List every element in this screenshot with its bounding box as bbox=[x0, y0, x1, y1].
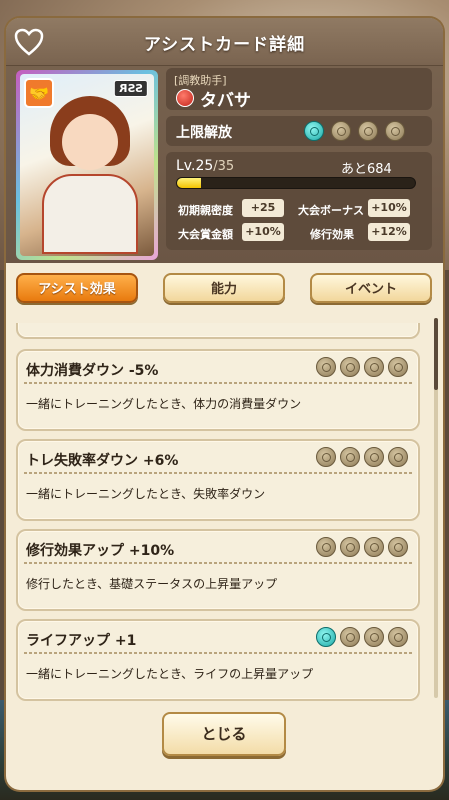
card-portrait[interactable]: 🤝 SSR bbox=[16, 70, 158, 260]
divider bbox=[24, 652, 412, 654]
stat-value: +10% bbox=[242, 223, 284, 241]
limit-break-label: 上限解放 bbox=[176, 125, 232, 141]
coin-icon bbox=[388, 357, 408, 377]
character-face bbox=[62, 114, 118, 170]
rarity-badge: SSR bbox=[114, 80, 148, 97]
divider bbox=[24, 562, 412, 564]
limit-break-coin-icon bbox=[304, 121, 324, 141]
stat-label: 大会ボーナス bbox=[298, 204, 364, 217]
effect-card-partial bbox=[16, 323, 420, 339]
stat-value: +25 bbox=[242, 199, 284, 217]
effect-description: 一緒にトレーニングしたとき、ライフの上昇量アップ bbox=[26, 667, 314, 681]
effect-name: ライフアップ +1 bbox=[26, 633, 137, 649]
stat-label: 大会賞金額 bbox=[178, 228, 233, 241]
effect-name: トレ失敗率ダウン +6% bbox=[26, 453, 179, 469]
effect-description: 一緒にトレーニングしたとき、失敗率ダウン bbox=[26, 487, 266, 501]
exp-bar bbox=[176, 177, 416, 189]
title-bar: アシストカード詳細 bbox=[6, 18, 443, 66]
character-body bbox=[42, 174, 138, 254]
coin-icon bbox=[388, 627, 408, 647]
level-max: /35 bbox=[213, 159, 235, 174]
divider bbox=[24, 382, 412, 384]
effect-coins bbox=[316, 627, 410, 649]
coin-icon bbox=[340, 627, 360, 647]
effect-card: 修行効果アップ +10% 修行したとき、基礎ステータスの上昇量アップ bbox=[16, 529, 420, 611]
stat-value: +12% bbox=[368, 223, 410, 241]
effect-card: ライフアップ +1 一緒にトレーニングしたとき、ライフの上昇量アップ bbox=[16, 619, 420, 701]
stat-value: +10% bbox=[368, 199, 410, 217]
limit-break-coin-icon bbox=[331, 121, 351, 141]
coin-icon bbox=[340, 537, 360, 557]
stat-label: 修行効果 bbox=[310, 228, 354, 241]
assist-card-detail-panel: アシストカード詳細 🤝 SSR [調教助手] タバサ 上限解放 Lv.25/35… bbox=[6, 18, 443, 790]
close-button[interactable]: とじる bbox=[162, 712, 286, 756]
coin-icon bbox=[340, 447, 360, 467]
card-type-icon: 🤝 bbox=[24, 78, 54, 108]
effect-coins bbox=[316, 537, 410, 559]
coin-icon bbox=[316, 357, 336, 377]
effect-coins bbox=[316, 447, 410, 469]
tab-assist-effect[interactable]: アシスト効果 bbox=[16, 273, 138, 303]
coin-icon bbox=[316, 447, 336, 467]
coin-icon bbox=[364, 627, 384, 647]
card-name: タバサ bbox=[200, 91, 251, 111]
limit-break-coin-icon bbox=[385, 121, 405, 141]
coin-icon bbox=[364, 357, 384, 377]
scrollbar-thumb[interactable] bbox=[434, 318, 438, 390]
coin-icon bbox=[364, 447, 384, 467]
effect-card: 体力消費ダウン -5% 一緒にトレーニングしたとき、体力の消費量ダウン bbox=[16, 349, 420, 431]
effect-description: 一緒にトレーニングしたとき、体力の消費量ダウン bbox=[26, 397, 302, 411]
page-title: アシストカード詳細 bbox=[143, 35, 306, 55]
divider bbox=[24, 472, 412, 474]
tab-event[interactable]: イベント bbox=[310, 273, 432, 303]
effect-card: トレ失敗率ダウン +6% 一緒にトレーニングしたとき、失敗率ダウン bbox=[16, 439, 420, 521]
coin-icon bbox=[316, 627, 336, 647]
element-icon bbox=[176, 89, 194, 107]
card-illustration: 🤝 SSR bbox=[20, 74, 154, 256]
effect-name: 体力消費ダウン -5% bbox=[26, 363, 159, 379]
limit-break-coin-icon bbox=[358, 121, 378, 141]
level-value: Lv.25 bbox=[176, 158, 214, 174]
effect-description: 修行したとき、基礎ステータスの上昇量アップ bbox=[26, 577, 278, 591]
coin-icon bbox=[388, 447, 408, 467]
coin-icon bbox=[364, 537, 384, 557]
exp-remaining: あと684 bbox=[341, 162, 392, 177]
level-label: Lv.25/35 bbox=[176, 158, 234, 174]
stat-label: 初期親密度 bbox=[178, 204, 233, 217]
coin-icon bbox=[316, 537, 336, 557]
coin-icon bbox=[388, 537, 408, 557]
coin-icon bbox=[340, 357, 360, 377]
tab-ability[interactable]: 能力 bbox=[163, 273, 285, 303]
effect-name: 修行効果アップ +10% bbox=[26, 543, 175, 559]
effect-coins bbox=[316, 357, 410, 379]
effect-list[interactable]: 体力消費ダウン -5% 一緒にトレーニングしたとき、体力の消費量ダウン トレ失敗… bbox=[6, 323, 443, 708]
exp-bar-fill bbox=[177, 178, 201, 188]
